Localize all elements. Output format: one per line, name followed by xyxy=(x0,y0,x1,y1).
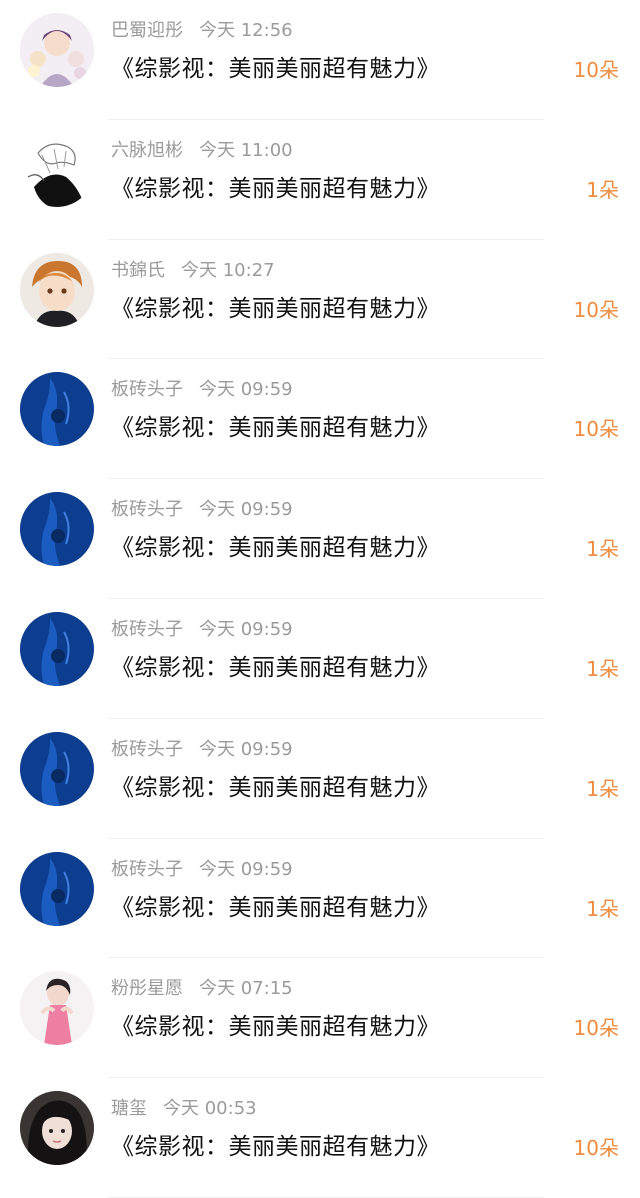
timestamp: 今天 09:59 xyxy=(199,379,293,401)
timestamp: 今天 12:56 xyxy=(199,20,293,41)
user-name[interactable]: 板砖头子 xyxy=(111,379,183,400)
timestamp: 今天 09:59 xyxy=(199,858,293,880)
item-meta: 板砖头子 今天 09:59 xyxy=(111,738,293,762)
user-name[interactable]: 板砖头子 xyxy=(111,859,183,880)
book-title[interactable]: 《综影视：美丽美丽超有魅力》 xyxy=(111,52,440,86)
list-item[interactable]: 瑭玺 今天 00:53 《综影视：美丽美丽超有魅力》 10朵 xyxy=(0,1078,640,1198)
blue-dark-avatar-icon[interactable] xyxy=(20,851,94,926)
item-meta: 巴蜀迎彤 今天 12:56 xyxy=(111,19,293,43)
timestamp: 今天 09:59 xyxy=(199,738,293,760)
user-name[interactable]: 六脉旭彬 xyxy=(111,140,183,161)
user-name[interactable]: 板砖头子 xyxy=(111,499,183,520)
flower-count: 1朵 xyxy=(586,896,619,921)
blue-dark-avatar-icon[interactable] xyxy=(20,731,94,806)
list-item[interactable]: 板砖头子 今天 09:59 《综影视：美丽美丽超有魅力》 1朵 xyxy=(0,719,640,839)
timestamp: 今天 07:15 xyxy=(199,978,293,1000)
book-title[interactable]: 《综影视：美丽美丽超有魅力》 xyxy=(111,411,440,445)
item-meta: 六脉旭彬 今天 11:00 xyxy=(111,139,293,163)
flower-count: 10朵 xyxy=(573,297,619,322)
flower-count: 1朵 xyxy=(586,776,619,801)
flower-count: 10朵 xyxy=(573,58,619,82)
gift-record-list: 巴蜀迎彤 今天 12:56 《综影视：美丽美丽超有魅力》 10朵 六脉旭彬 今天 1… xyxy=(0,0,640,1198)
item-meta: 瑭玺 今天 00:53 xyxy=(111,1097,257,1121)
blue-dark-avatar-icon[interactable] xyxy=(20,372,94,447)
flower-count: 10朵 xyxy=(573,1016,619,1041)
user-name[interactable]: 板砖头子 xyxy=(111,739,183,760)
list-item[interactable]: 板砖头子 今天 09:59 《综影视：美丽美丽超有魅力》 1朵 xyxy=(0,599,640,719)
timestamp: 今天 10:27 xyxy=(181,259,275,281)
book-title[interactable]: 《综影视：美丽美丽超有魅力》 xyxy=(111,1130,440,1164)
book-title[interactable]: 《综影视：美丽美丽超有魅力》 xyxy=(111,292,440,326)
timestamp: 今天 09:59 xyxy=(199,499,293,521)
timestamp: 今天 11:00 xyxy=(199,139,293,161)
item-meta: 板砖头子 今天 09:59 xyxy=(111,858,293,882)
user-name[interactable]: 板砖头子 xyxy=(111,619,183,640)
list-item[interactable]: 粉彤星愿 今天 07:15 《综影视：美丽美丽超有魅力》 10朵 xyxy=(0,958,640,1079)
book-title[interactable]: 《综影视：美丽美丽超有魅力》 xyxy=(111,1010,440,1044)
item-meta: 板砖头子 今天 09:59 xyxy=(111,618,293,642)
timestamp: 今天 09:59 xyxy=(199,619,293,640)
user-name[interactable]: 粉彤星愿 xyxy=(111,978,183,999)
book-title[interactable]: 《综影视：美丽美丽超有魅力》 xyxy=(111,172,440,206)
list-item[interactable]: 板砖头子 今天 09:59 《综影视：美丽美丽超有魅力》 10朵 xyxy=(0,359,640,480)
flower-count: 1朵 xyxy=(586,537,619,562)
list-item[interactable]: 板砖头子 今天 09:59 《综影视：美丽美丽超有魅力》 1朵 xyxy=(0,479,640,599)
sketch-character-avatar-icon[interactable] xyxy=(20,132,94,207)
item-meta: 板砖头子 今天 09:59 xyxy=(111,498,293,522)
blue-dark-avatar-icon[interactable] xyxy=(20,492,94,567)
list-item[interactable]: 板砖头子 今天 09:59 《综影视：美丽美丽超有魅力》 1朵 xyxy=(0,839,640,959)
flower-count: 1朵 xyxy=(586,657,619,681)
list-item[interactable]: 六脉旭彬 今天 11:00 《综影视：美丽美丽超有魅力》 1朵 xyxy=(0,120,640,240)
list-item[interactable]: 书錦氏 今天 10:27 《综影视：美丽美丽超有魅力》 10朵 xyxy=(0,240,640,360)
list-item[interactable]: 巴蜀迎彤 今天 12:56 《综影视：美丽美丽超有魅力》 10朵 xyxy=(0,0,640,120)
pink-dress-photo-avatar-icon[interactable] xyxy=(20,971,94,1046)
flower-count: 1朵 xyxy=(586,177,619,202)
anime-boy-avatar-icon[interactable] xyxy=(20,252,94,327)
book-title[interactable]: 《综影视：美丽美丽超有魅力》 xyxy=(111,651,440,685)
blue-dark-avatar-icon[interactable] xyxy=(20,612,94,686)
flower-count: 10朵 xyxy=(573,1136,619,1161)
flower-count: 10朵 xyxy=(573,417,619,442)
book-title[interactable]: 《综影视：美丽美丽超有魅力》 xyxy=(111,531,440,565)
timestamp: 今天 00:53 xyxy=(163,1098,257,1120)
book-title[interactable]: 《综影视：美丽美丽超有魅力》 xyxy=(111,891,440,925)
item-meta: 板砖头子 今天 09:59 xyxy=(111,378,293,402)
user-name[interactable]: 瑭玺 xyxy=(111,1098,147,1119)
item-meta: 书錦氏 今天 10:27 xyxy=(111,259,275,283)
anime-group-avatar-icon[interactable] xyxy=(20,13,94,87)
book-title[interactable]: 《综影视：美丽美丽超有魅力》 xyxy=(111,771,440,805)
girl-photo-avatar-icon[interactable] xyxy=(20,1091,94,1166)
user-name[interactable]: 巴蜀迎彤 xyxy=(111,20,183,41)
item-meta: 粉彤星愿 今天 07:15 xyxy=(111,977,293,1001)
user-name[interactable]: 书錦氏 xyxy=(111,260,165,281)
